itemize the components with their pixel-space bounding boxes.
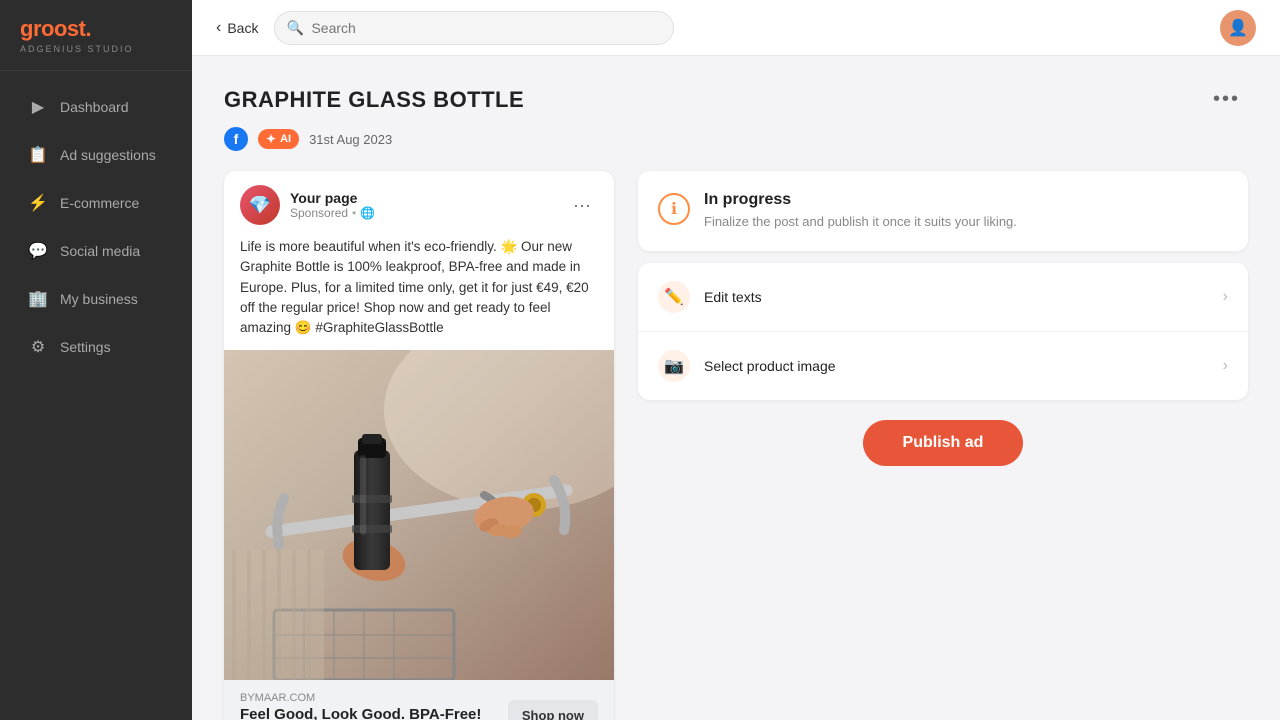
page-meta: f ✦ AI 31st Aug 2023 [224,127,1248,151]
ad-date: 31st Aug 2023 [309,132,392,147]
ai-icon: ✦ [266,132,276,146]
status-description: Finalize the post and publish it once it… [704,213,1017,231]
logo-subtitle: ADGENIUS STUDIO [20,44,172,54]
ad-footer-title: Feel Good, Look Good. BPA-Free! [240,706,481,720]
sidebar-item-ecommerce[interactable]: ⚡ E-commerce [8,181,184,225]
ad-suggestions-icon: 📋 [28,145,48,165]
sidebar-item-social-media[interactable]: 💬 Social media [8,229,184,273]
dashboard-icon: ▶ [28,97,48,117]
logo-brand: groost. [20,16,172,42]
search-bar: 🔍 [274,11,674,45]
search-input[interactable] [274,11,674,45]
back-label: Back [227,20,258,36]
ai-label: AI [280,133,291,145]
more-options-button[interactable]: ••• [1205,84,1248,115]
header: ‹ Back 🔍 👤 [192,0,1280,56]
ad-preview-header: 💎 Your page Sponsored • 🌐 ··· [224,171,614,233]
ad-preview-card: 💎 Your page Sponsored • 🌐 ··· Life is mo… [224,171,614,720]
sidebar: groost. ADGENIUS STUDIO ▶ Dashboard 📋 Ad… [0,0,192,720]
sidebar-item-my-business[interactable]: 🏢 My business [8,277,184,321]
ad-url: BYMAAR.COM [240,692,481,704]
sidebar-item-label: Ad suggestions [60,147,156,163]
globe-icon: 🌐 [360,206,375,220]
chevron-right-icon: › [1223,288,1228,306]
status-title: In progress [704,191,1017,209]
status-icon: ℹ [658,193,690,225]
select-image-action[interactable]: 📷 Select product image › [638,332,1248,400]
main-content: ‹ Back 🔍 👤 GRAPHITE GLASS BOTTLE ••• f ✦… [192,0,1280,720]
select-image-label: Select product image [704,358,1209,374]
page-content: GRAPHITE GLASS BOTTLE ••• f ✦ AI 31st Au… [192,56,1280,720]
sidebar-item-label: Social media [60,243,140,259]
page-header: GRAPHITE GLASS BOTTLE ••• [224,84,1248,115]
status-card: ℹ In progress Finalize the post and publ… [638,171,1248,251]
ad-image [224,350,614,680]
ad-body-text: Life is more beautiful when it's eco-fri… [224,233,614,350]
sidebar-item-dashboard[interactable]: ▶ Dashboard [8,85,184,129]
page-avatar: 💎 [240,185,280,225]
page-info: Your page Sponsored • 🌐 [290,190,556,220]
my-business-icon: 🏢 [28,289,48,309]
shop-now-button[interactable]: Shop now [508,700,598,720]
ad-footer: BYMAAR.COM Feel Good, Look Good. BPA-Fre… [224,680,614,720]
sidebar-item-label: E-commerce [60,195,139,211]
right-panel: ℹ In progress Finalize the post and publ… [638,171,1248,466]
sidebar-item-ad-suggestions[interactable]: 📋 Ad suggestions [8,133,184,177]
action-card: ✏️ Edit texts › 📷 Select product image › [638,263,1248,400]
select-image-icon: 📷 [658,350,690,382]
page-title: GRAPHITE GLASS BOTTLE [224,87,524,113]
edit-texts-action[interactable]: ✏️ Edit texts › [638,263,1248,332]
back-button[interactable]: ‹ Back [216,19,258,37]
edit-texts-icon: ✏️ [658,281,690,313]
sidebar-item-label: Settings [60,339,111,355]
sidebar-nav: ▶ Dashboard 📋 Ad suggestions ⚡ E-commerc… [0,71,192,720]
two-column-layout: 💎 Your page Sponsored • 🌐 ··· Life is mo… [224,171,1248,720]
sidebar-item-label: Dashboard [60,99,129,115]
sponsored-label: Sponsored [290,206,348,220]
ai-badge: ✦ AI [258,129,299,149]
status-content: In progress Finalize the post and publis… [704,191,1017,231]
page-name: Your page [290,190,556,206]
ad-more-button[interactable]: ··· [566,189,598,221]
facebook-badge: f [224,127,248,151]
edit-texts-label: Edit texts [704,289,1209,305]
sponsored-line: Sponsored • 🌐 [290,206,556,220]
sidebar-item-label: My business [60,291,138,307]
ecommerce-icon: ⚡ [28,193,48,213]
chevron-right-icon: › [1223,357,1228,375]
logo: groost. ADGENIUS STUDIO [0,0,192,71]
ad-footer-info: BYMAAR.COM Feel Good, Look Good. BPA-Fre… [240,692,481,720]
publish-ad-button[interactable]: Publish ad [863,420,1024,466]
social-media-icon: 💬 [28,241,48,261]
settings-icon: ⚙ [28,337,48,357]
avatar[interactable]: 👤 [1220,10,1256,46]
search-icon: 🔍 [286,19,303,36]
sidebar-item-settings[interactable]: ⚙ Settings [8,325,184,369]
back-arrow-icon: ‹ [216,19,221,37]
